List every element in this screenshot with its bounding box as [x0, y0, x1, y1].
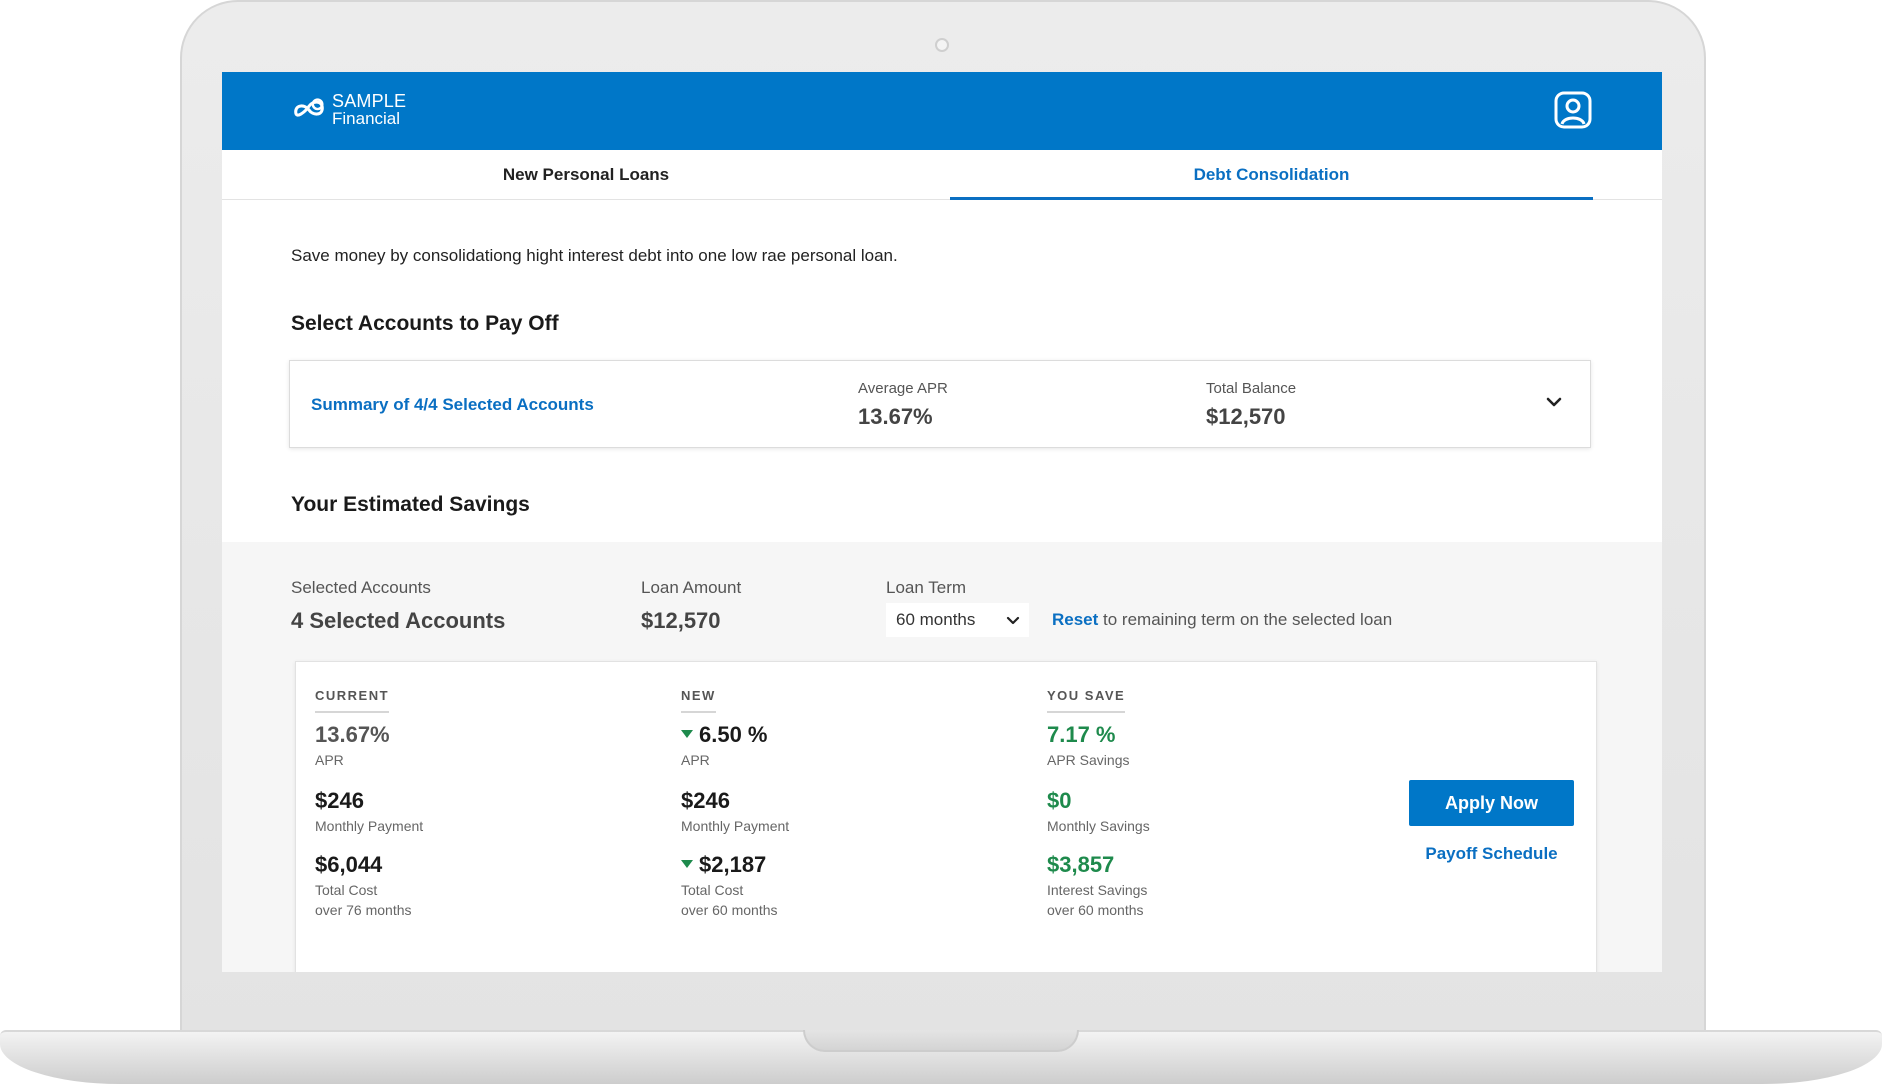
intro-text: Save money by consolidationg hight inter… — [291, 246, 898, 265]
accounts-summary-card[interactable]: Summary of 4/4 Selected Accounts Average… — [289, 360, 1591, 448]
you-save-column-heading: YOU SAVE — [1047, 688, 1126, 713]
selected-accounts-value: 4 Selected Accounts — [291, 608, 506, 633]
tab-new-personal-loans[interactable]: New Personal Loans — [222, 150, 950, 200]
reset-term-line: Reset to remaining term on the selected … — [1052, 610, 1392, 630]
loan-amount-label: Loan Amount — [641, 578, 742, 597]
app-screen: SAMPLE Financial New Personal Loans Debt… — [222, 72, 1662, 972]
top-bar: SAMPLE Financial — [222, 72, 1662, 150]
new-apr-label: APR — [681, 752, 710, 768]
apply-now-button[interactable]: Apply Now — [1409, 780, 1574, 826]
interest-savings-value: $3,857 — [1047, 852, 1115, 877]
current-column-heading: CURRENT — [315, 688, 390, 713]
new-cost-label: Total Cost — [681, 882, 744, 898]
total-balance-value: $12,570 — [1206, 404, 1286, 429]
loan-term-select[interactable]: 60 months — [886, 603, 1029, 637]
loan-term-value: 60 months — [896, 610, 976, 629]
brand-name-line1: SAMPLE — [332, 91, 407, 111]
brand-name-line2: Financial — [332, 109, 401, 128]
loan-term-label: Loan Term — [886, 578, 967, 597]
current-apr-value: 13.67% — [315, 722, 390, 747]
laptop-base-notch — [803, 1030, 1079, 1052]
reset-link[interactable]: Reset — [1052, 610, 1098, 629]
interest-savings-term: over 60 months — [1047, 902, 1144, 918]
new-cost-value: $2,187 — [699, 852, 767, 877]
tab-debt-consolidation[interactable]: Debt Consolidation — [950, 150, 1593, 200]
current-apr-label: APR — [315, 752, 344, 768]
triangle-down-icon — [681, 730, 693, 739]
average-apr-value: 13.67% — [858, 404, 933, 429]
current-cost-value: $6,044 — [315, 852, 383, 877]
reset-description: to remaining term on the selected loan — [1098, 610, 1393, 629]
monthly-savings-value: $0 — [1047, 788, 1072, 813]
tab-bar: New Personal Loans Debt Consolidation — [222, 150, 1662, 200]
triangle-down-icon — [681, 860, 693, 869]
estimated-savings-heading: Your Estimated Savings — [291, 493, 530, 516]
selected-accounts-label: Selected Accounts — [291, 578, 431, 597]
apr-savings-label: APR Savings — [1047, 752, 1130, 768]
chevron-down-icon — [1546, 397, 1562, 407]
monthly-savings-label: Monthly Savings — [1047, 818, 1150, 834]
comparison-card: CURRENT 13.67% APR $246 Monthly Payment … — [295, 661, 1597, 972]
expand-summary-button[interactable] — [1543, 391, 1565, 413]
summary-accounts-link[interactable]: Summary of 4/4 Selected Accounts — [311, 395, 594, 415]
loan-amount-value: $12,570 — [641, 608, 721, 633]
new-column-heading: NEW — [681, 688, 716, 713]
new-apr-value: 6.50 % — [699, 722, 768, 747]
user-profile-icon — [1554, 91, 1592, 129]
new-payment-value: $246 — [681, 788, 730, 813]
new-apr-row: 6.50 % — [681, 722, 768, 748]
current-payment-label: Monthly Payment — [315, 818, 424, 834]
interest-savings-label: Interest Savings — [1047, 882, 1148, 898]
payoff-schedule-link[interactable]: Payoff Schedule — [1409, 844, 1574, 864]
laptop-camera — [935, 38, 949, 52]
profile-button[interactable] — [1554, 91, 1592, 129]
new-payment-label: Monthly Payment — [681, 818, 790, 834]
brand-logo[interactable]: SAMPLE Financial — [290, 92, 406, 128]
new-cost-term: over 60 months — [681, 902, 778, 918]
current-payment-value: $246 — [315, 788, 364, 813]
infinity-logo-icon — [294, 98, 324, 117]
new-cost-row: $2,187 — [681, 852, 766, 878]
apr-savings-value: 7.17 % — [1047, 722, 1116, 747]
current-cost-label: Total Cost — [315, 882, 378, 898]
average-apr-label: Average APR — [858, 380, 948, 397]
total-balance-label: Total Balance — [1206, 380, 1297, 397]
current-cost-term: over 76 months — [315, 902, 412, 918]
select-accounts-heading: Select Accounts to Pay Off — [291, 312, 559, 335]
chevron-down-icon — [1006, 616, 1020, 625]
